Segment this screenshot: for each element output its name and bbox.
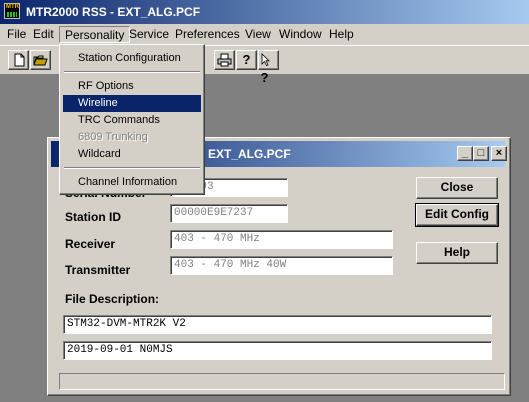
- close-icon: ×: [495, 147, 503, 159]
- app-title-bar[interactable]: MTR MTR2000 RSS - EXT_ALG.PCF: [0, 0, 529, 24]
- menu-personality[interactable]: Personality: [59, 26, 131, 43]
- file-description-label: File Description:: [65, 292, 160, 306]
- menu-item-wireline[interactable]: Wireline: [63, 95, 201, 112]
- menu-file[interactable]: File: [2, 26, 31, 43]
- station-id-field[interactable]: 00000E9E7237: [170, 204, 288, 223]
- new-icon: [14, 53, 24, 67]
- station-id-label: Station ID: [65, 210, 121, 224]
- context-help-icon: ?: [261, 53, 277, 88]
- app-icon-label: MTR: [6, 4, 19, 10]
- menu-item-station-configuration[interactable]: Station Configuration: [63, 50, 201, 67]
- menu-view[interactable]: View: [240, 26, 276, 43]
- menu-service[interactable]: Service: [124, 26, 174, 43]
- personality-menu: Station Configuration RF Options Wirelin…: [59, 44, 205, 195]
- help-dialog-button[interactable]: Help: [416, 242, 498, 264]
- new-file-button[interactable]: [8, 50, 29, 70]
- print-button[interactable]: [214, 50, 235, 70]
- menu-separator: [64, 167, 200, 169]
- close-button[interactable]: Close: [416, 177, 498, 199]
- maximize-icon: □: [477, 147, 485, 159]
- menu-bar: File Edit Personality Service Preference…: [0, 24, 529, 45]
- menu-item-rf-options[interactable]: RF Options: [63, 78, 201, 95]
- maximize-button[interactable]: □: [473, 146, 489, 161]
- open-file-button[interactable]: [30, 50, 51, 70]
- context-help-button[interactable]: ?: [258, 50, 279, 85]
- menu-help[interactable]: Help: [324, 26, 359, 43]
- menu-item-6809-trunking: 6809 Trunking: [78, 131, 148, 143]
- transmitter-field[interactable]: 403 - 470 MHz 40W: [170, 256, 393, 275]
- app-icon[interactable]: MTR: [4, 3, 20, 19]
- edit-config-button[interactable]: Edit Config: [415, 203, 499, 227]
- menu-item-trc-commands[interactable]: TRC Commands: [63, 112, 201, 129]
- menu-separator: [64, 71, 200, 73]
- receiver-label: Receiver: [65, 237, 116, 251]
- open-icon: [33, 55, 48, 66]
- menu-item-channel-information[interactable]: Channel Information: [63, 174, 201, 191]
- menu-window[interactable]: Window: [274, 26, 327, 43]
- menu-preferences[interactable]: Preferences: [170, 26, 245, 43]
- dialog-title: EXT_ALG.PCF: [208, 147, 291, 161]
- minimize-button[interactable]: _: [457, 146, 473, 161]
- minimize-icon: _: [461, 147, 469, 159]
- description-line1-field[interactable]: STM32-DVM-MTR2K V2: [63, 315, 492, 334]
- app-title: MTR2000 RSS - EXT_ALG.PCF: [26, 5, 201, 19]
- help-icon: ?: [242, 52, 251, 67]
- menu-edit[interactable]: Edit: [28, 26, 59, 43]
- menu-item-wildcard[interactable]: Wildcard: [63, 146, 201, 163]
- dialog-status-bar: [59, 373, 505, 390]
- help-button[interactable]: ?: [236, 50, 257, 70]
- transmitter-label: Transmitter: [65, 263, 131, 277]
- close-window-button[interactable]: ×: [491, 146, 507, 161]
- description-line2-field[interactable]: 2019-09-01 N0MJS: [63, 341, 492, 360]
- receiver-field[interactable]: 403 - 470 MHz: [170, 230, 393, 249]
- print-icon: [217, 53, 232, 67]
